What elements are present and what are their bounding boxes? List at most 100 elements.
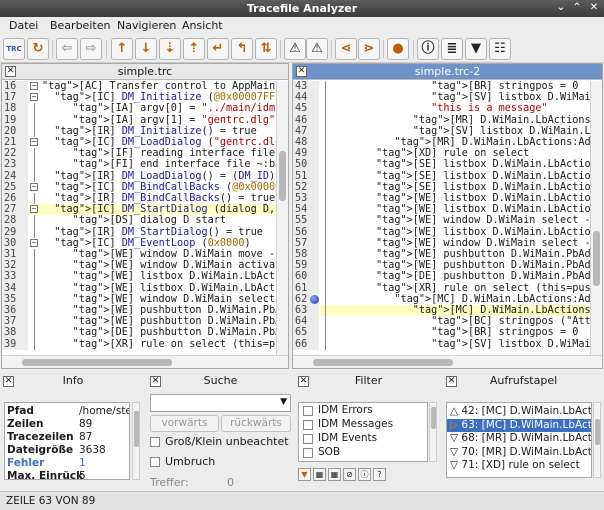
code-view-right[interactable]: 43 "tag">[BR] stringpos = 0 44 "tag">[SV]…	[293, 81, 590, 356]
fold-gutter[interactable]	[28, 159, 42, 171]
step-over-icon[interactable]: ↵	[207, 38, 229, 60]
menu-bearbeiten[interactable]: Bearbeiten	[50, 19, 110, 32]
fold-gutter[interactable]	[319, 338, 333, 350]
fold-gutter[interactable]: −	[28, 238, 42, 249]
filter-info-icon[interactable]: ⓘ	[358, 468, 371, 481]
filter-all-icon[interactable]: ▼	[298, 468, 311, 481]
reload-icon[interactable]: ↻	[27, 38, 49, 60]
close-icon[interactable]: ✕	[296, 66, 307, 77]
fold-gutter[interactable]	[28, 226, 42, 238]
callstack-scrollbar[interactable]	[593, 402, 601, 478]
chevron-down-icon[interactable]: ▼	[280, 397, 287, 407]
info-icon[interactable]: ⓘ	[417, 38, 439, 60]
fold-gutter[interactable]: −	[28, 92, 42, 103]
fold-gutter[interactable]	[28, 282, 42, 294]
fold-gutter[interactable]	[28, 193, 42, 205]
fold-gutter[interactable]	[28, 271, 42, 283]
fold-gutter[interactable]	[319, 170, 333, 182]
fold-gutter[interactable]	[28, 170, 42, 182]
minimize-button[interactable]: ⌄	[554, 1, 568, 15]
filter-error-icon[interactable]: ⊘	[343, 468, 356, 481]
fold-gutter[interactable]	[319, 316, 333, 328]
fold-gutter[interactable]: −	[28, 182, 42, 193]
fold-gutter[interactable]	[319, 125, 333, 137]
step-out-icon[interactable]: ⇡	[183, 38, 205, 60]
scroll-thumb[interactable]	[431, 407, 436, 429]
scroll-thumb[interactable]	[22, 359, 172, 366]
fold-toggle-icon[interactable]: −	[30, 138, 38, 146]
filter-icon[interactable]: ▼	[465, 38, 487, 60]
vertical-scrollbar-left[interactable]	[276, 81, 288, 356]
case-insensitive-checkbox[interactable]	[150, 437, 160, 447]
fold-toggle-icon[interactable]: −	[30, 82, 38, 90]
fold-gutter[interactable]	[319, 204, 333, 216]
fold-gutter[interactable]: −	[28, 81, 42, 92]
trc-file-icon[interactable]: TRC	[3, 38, 25, 60]
close-icon[interactable]: ✕	[3, 376, 14, 387]
fold-gutter[interactable]	[319, 249, 333, 261]
close-window-button[interactable]: ✕	[587, 1, 601, 15]
fold-gutter[interactable]	[319, 137, 333, 149]
fold-gutter[interactable]	[28, 114, 42, 126]
callstack-item[interactable]: ▽ 70: [MR] D.WiMain.LbActi	[450, 446, 591, 460]
share-right-icon[interactable]: ⋗	[358, 38, 380, 60]
callstack-item[interactable]: ▷ 63: [MC] D.WiMain.LbActi	[447, 418, 591, 432]
pin-icon[interactable]: ●	[387, 38, 409, 60]
filter-checkbox[interactable]	[303, 434, 313, 444]
bookmark-icon[interactable]	[310, 294, 319, 304]
down-arrow-icon[interactable]: ↓	[135, 38, 157, 60]
info-scrollbar[interactable]	[132, 402, 140, 480]
close-icon[interactable]: ✕	[298, 376, 309, 387]
warning-down-icon[interactable]: ⚠	[306, 38, 328, 60]
fold-gutter[interactable]	[319, 81, 333, 93]
search-input[interactable]: ▼	[150, 394, 291, 412]
fold-toggle-icon[interactable]: −	[30, 182, 38, 191]
fold-gutter[interactable]	[319, 327, 333, 339]
search-backward-button[interactable]: rückwärts	[221, 415, 291, 432]
scroll-thumb[interactable]	[134, 411, 139, 447]
fold-gutter[interactable]	[28, 293, 42, 305]
fold-gutter[interactable]	[319, 260, 333, 272]
fold-gutter[interactable]	[28, 305, 42, 317]
filter-checkbox[interactable]	[303, 420, 313, 430]
lines-icon[interactable]: ≣	[441, 38, 463, 60]
fold-gutter[interactable]	[28, 327, 42, 339]
horizontal-scrollbar-left[interactable]	[2, 355, 288, 368]
fold-gutter[interactable]	[319, 92, 333, 104]
vertical-scrollbar-right[interactable]	[590, 81, 602, 356]
fold-gutter[interactable]	[319, 159, 333, 171]
up-down-icon[interactable]: ⇅	[255, 38, 277, 60]
callstack-item[interactable]: ▽ 68: [MR] D.WiMain.LbActi	[450, 432, 591, 446]
fold-gutter[interactable]	[28, 125, 42, 137]
back-icon[interactable]: ⇦	[56, 38, 78, 60]
horizontal-scrollbar-right[interactable]	[293, 355, 602, 368]
fold-gutter[interactable]	[319, 305, 333, 317]
scroll-thumb[interactable]	[313, 359, 453, 366]
share-left-icon[interactable]: ⋖	[335, 38, 357, 60]
menu-datei[interactable]: Datei	[9, 19, 38, 32]
fold-gutter[interactable]	[319, 103, 333, 115]
fold-toggle-icon[interactable]: −	[30, 205, 38, 214]
fold-gutter[interactable]	[319, 215, 333, 227]
fold-gutter[interactable]: −	[28, 137, 42, 148]
search-list-icon[interactable]: ☷	[489, 38, 511, 60]
scroll-thumb[interactable]	[593, 231, 600, 286]
fold-gutter[interactable]	[319, 181, 333, 193]
fold-toggle-icon[interactable]: −	[30, 238, 38, 247]
callstack-item[interactable]: ▽ 71: [XD] rule on select	[450, 459, 580, 473]
menu-navigieren[interactable]: Navigieren	[117, 19, 176, 32]
step-down-icon[interactable]: ⇣	[159, 38, 181, 60]
forward-icon[interactable]: ⇨	[80, 38, 102, 60]
up-arrow-icon[interactable]: ↑	[111, 38, 133, 60]
scroll-thumb[interactable]	[279, 151, 286, 201]
fold-gutter[interactable]	[28, 215, 42, 227]
filter-checkbox[interactable]	[303, 448, 313, 458]
close-icon[interactable]: ✕	[446, 376, 457, 387]
fold-gutter[interactable]	[319, 226, 333, 238]
filter-checkbox[interactable]	[303, 406, 313, 416]
code-view-left[interactable]: 16− "tag">[AC] Transfer control to AppMai…	[2, 81, 276, 356]
fold-gutter[interactable]	[319, 293, 333, 305]
fold-gutter[interactable]	[28, 148, 42, 160]
fold-gutter[interactable]	[28, 103, 42, 115]
close-icon[interactable]: ✕	[150, 376, 161, 387]
